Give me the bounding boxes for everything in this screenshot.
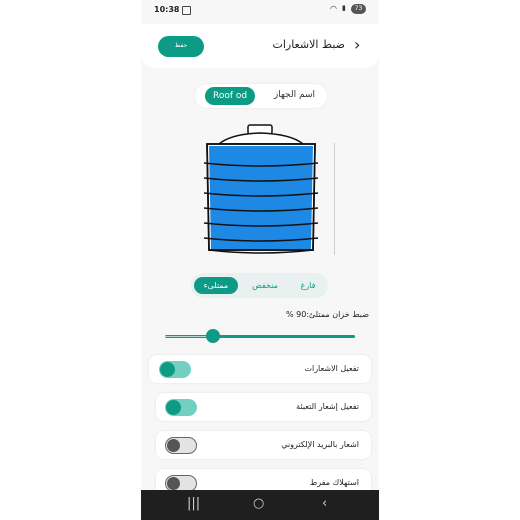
system-nav-bar: ||| ○ ‹: [141, 490, 379, 520]
full-tank-slider-track[interactable]: [165, 335, 355, 338]
recents-icon[interactable]: |||: [187, 497, 200, 510]
toggle-refill-notification[interactable]: [165, 399, 197, 416]
app-header: › ضبط الاشعارات حفظ: [141, 24, 379, 68]
screenshot-icon: [182, 6, 191, 15]
device-name-value[interactable]: Roof od: [205, 87, 256, 105]
settings-card-refill: تفعيل إشعار التعبئة: [156, 393, 371, 421]
page-title: ضبط الاشعارات: [272, 38, 345, 51]
water-tank-illustration: [203, 124, 319, 254]
phone-screen: 10:38 ◠ ▮ 73 › ضبط الاشعارات حفظ اسم الج…: [141, 0, 379, 520]
status-time: 10:38: [154, 5, 180, 14]
save-button[interactable]: حفظ: [158, 36, 204, 57]
setting-label: تفعيل إشعار التعبئة: [296, 402, 359, 411]
setting-label: تفعيل الاشعارات: [304, 364, 359, 373]
tank-level-selector: ممتلىء منخفض فارغ: [191, 273, 328, 298]
toggle-email-notification[interactable]: [165, 437, 197, 454]
level-option-low[interactable]: منخفض: [243, 277, 287, 294]
level-option-full[interactable]: ممتلىء: [194, 277, 238, 294]
settings-card-email: اشعار بالبريد الإلكتروني: [156, 431, 371, 459]
setting-label: اشعار بالبريد الإلكتروني: [281, 440, 359, 449]
wifi-icon: ◠: [330, 4, 337, 13]
settings-card-notifications: تفعيل الاشعارات: [149, 355, 371, 383]
slider-inactive-track: [165, 336, 212, 337]
toggle-notifications[interactable]: [159, 361, 191, 378]
signal-icon: ▮: [342, 4, 346, 12]
battery-badge: 73: [351, 4, 366, 14]
status-bar: 10:38 ◠ ▮ 73: [141, 0, 379, 20]
back-icon[interactable]: ‹: [322, 497, 327, 510]
tank-divider: [334, 143, 335, 255]
level-option-empty[interactable]: فارغ: [291, 277, 325, 294]
home-icon[interactable]: ○: [253, 497, 264, 510]
device-name-label: اسم الجهاز: [273, 90, 315, 100]
chevron-right-icon[interactable]: ›: [354, 37, 360, 53]
device-name-field[interactable]: اسم الجهاز Roof od: [195, 84, 327, 108]
full-tank-slider-thumb[interactable]: [206, 329, 220, 343]
setting-label: استهلاك مفرط: [309, 478, 359, 487]
full-tank-slider-label: ضبط خزان ممتلئ:90 %: [285, 310, 369, 319]
